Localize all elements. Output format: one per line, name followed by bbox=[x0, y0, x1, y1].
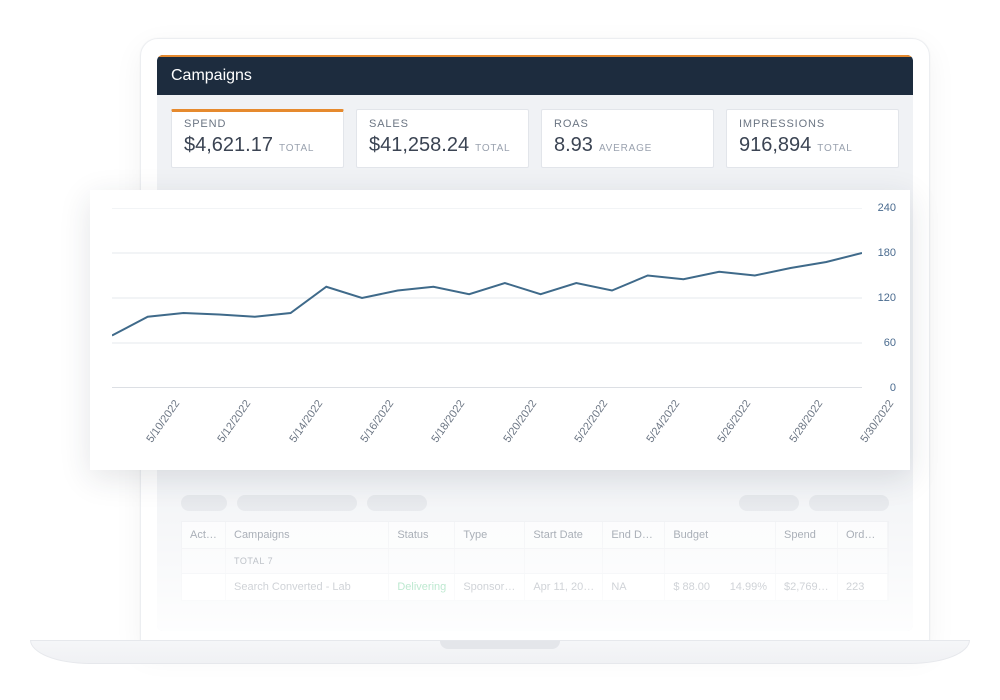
metrics-row: SPEND $4,621.17 TOTAL SALES $41,258.24 T… bbox=[157, 95, 913, 182]
table-totals-row: TOTAL 7 bbox=[181, 549, 889, 574]
th-campaigns[interactable]: Campaigns bbox=[226, 522, 389, 548]
metric-label: SPEND bbox=[184, 118, 331, 130]
metric-sales[interactable]: SALES $41,258.24 TOTAL bbox=[356, 109, 529, 168]
x-tick-label: 5/14/2022 bbox=[287, 398, 325, 445]
th-status[interactable]: Status bbox=[389, 522, 455, 548]
chart-area[interactable]: 060120180240 bbox=[112, 208, 862, 388]
th-end[interactable]: End Date bbox=[603, 522, 665, 548]
cell-start: Apr 11, 2022 bbox=[525, 574, 603, 600]
metric-sub: TOTAL bbox=[475, 143, 510, 154]
y-tick-label: 0 bbox=[890, 382, 896, 394]
cell-type: Sponsored bbox=[455, 574, 525, 600]
y-tick-label: 120 bbox=[878, 292, 896, 304]
metric-value: 8.93 bbox=[554, 134, 593, 157]
chart-card: 060120180240 5/10/20225/12/20225/14/2022… bbox=[90, 190, 910, 470]
th-start[interactable]: Start Date bbox=[525, 522, 603, 548]
cell-end: NA bbox=[603, 574, 665, 600]
y-tick-label: 180 bbox=[878, 247, 896, 259]
th-type[interactable]: Type bbox=[455, 522, 525, 548]
x-tick-label: 5/20/2022 bbox=[501, 398, 539, 445]
x-tick-label: 5/22/2022 bbox=[573, 398, 611, 445]
y-tick-label: 60 bbox=[884, 337, 896, 349]
metric-sub: TOTAL bbox=[817, 143, 852, 154]
totals-label: TOTAL 7 bbox=[226, 549, 389, 573]
metric-impressions[interactable]: IMPRESSIONS 916,894 TOTAL bbox=[726, 109, 899, 168]
metric-sub: AVERAGE bbox=[599, 143, 652, 154]
filter-pill[interactable] bbox=[809, 495, 889, 511]
th-budget[interactable]: Budget bbox=[665, 522, 776, 548]
table-area: Active Campaigns Status Type Start Date … bbox=[171, 485, 899, 611]
x-tick-label: 5/10/2022 bbox=[144, 398, 182, 445]
x-tick-label: 5/30/2022 bbox=[858, 398, 896, 445]
x-axis-labels: 5/10/20225/12/20225/14/20225/16/20225/18… bbox=[112, 394, 862, 434]
metric-label: IMPRESSIONS bbox=[739, 118, 886, 130]
th-spend[interactable]: Spend bbox=[776, 522, 838, 548]
cell-orders: 223 bbox=[838, 574, 888, 600]
filter-pill[interactable] bbox=[367, 495, 427, 511]
x-tick-label: 5/24/2022 bbox=[644, 398, 682, 445]
cell-campaign: Search Converted - Lab bbox=[226, 574, 389, 600]
x-tick-label: 5/26/2022 bbox=[716, 398, 754, 445]
cell-status: Delivering bbox=[389, 574, 455, 600]
table-row[interactable]: Search Converted - Lab Delivering Sponso… bbox=[181, 574, 889, 601]
metric-spend[interactable]: SPEND $4,621.17 TOTAL bbox=[171, 109, 344, 168]
x-tick-label: 5/16/2022 bbox=[358, 398, 396, 445]
cell-budget: $ 88.00 14.99% bbox=[665, 574, 776, 600]
filter-pill[interactable] bbox=[181, 495, 227, 511]
page-title: Campaigns bbox=[157, 55, 913, 95]
metric-label: ROAS bbox=[554, 118, 701, 130]
y-tick-label: 240 bbox=[878, 202, 896, 214]
x-tick-label: 5/18/2022 bbox=[430, 398, 468, 445]
metric-roas[interactable]: ROAS 8.93 AVERAGE bbox=[541, 109, 714, 168]
metric-value: 916,894 bbox=[739, 134, 811, 157]
th-active[interactable]: Active bbox=[182, 522, 226, 548]
cell-spend: $2,769.01 bbox=[776, 574, 838, 600]
x-tick-label: 5/12/2022 bbox=[216, 398, 254, 445]
line-chart bbox=[112, 208, 862, 388]
metric-value: $41,258.24 bbox=[369, 134, 469, 157]
th-orders[interactable]: Orders bbox=[838, 522, 888, 548]
metric-label: SALES bbox=[369, 118, 516, 130]
filter-pill[interactable] bbox=[739, 495, 799, 511]
laptop-base bbox=[30, 640, 970, 664]
table-header: Active Campaigns Status Type Start Date … bbox=[181, 521, 889, 549]
filter-pill[interactable] bbox=[237, 495, 357, 511]
filter-row-left bbox=[181, 495, 889, 511]
x-tick-label: 5/28/2022 bbox=[787, 398, 825, 445]
metric-sub: TOTAL bbox=[279, 143, 314, 154]
metric-value: $4,621.17 bbox=[184, 134, 273, 157]
